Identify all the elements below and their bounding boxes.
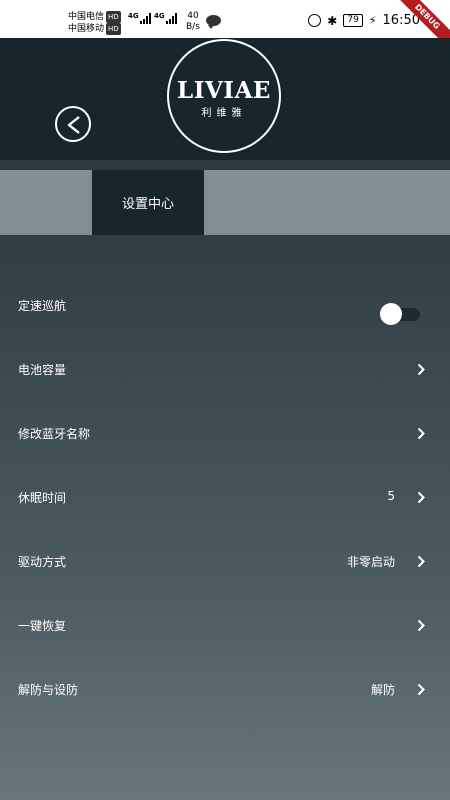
- brand-logo: LIVIAE 利维雅: [167, 39, 281, 153]
- setting-bluetooth-name[interactable]: 修改蓝牙名称: [0, 403, 450, 467]
- signal-icon: [140, 12, 151, 24]
- setting-label: 休眠时间: [18, 491, 67, 505]
- setting-cruise-control[interactable]: 定速巡航: [0, 275, 450, 339]
- logo-subtext: 利维雅: [201, 108, 247, 119]
- net-speed-value: 40: [187, 11, 199, 21]
- signal-icon-2: [166, 12, 177, 24]
- charging-icon: ⚡: [368, 14, 377, 27]
- setting-value: 5: [387, 489, 395, 503]
- setting-battery-capacity[interactable]: 电池容量: [0, 339, 450, 403]
- chevron-right-icon: [417, 619, 425, 632]
- network-type-1: 4G: [128, 12, 139, 20]
- setting-sleep-time[interactable]: 休眠时间 5: [0, 467, 450, 531]
- setting-label: 解防与设防: [18, 683, 79, 697]
- setting-arm-disarm[interactable]: 解防与设防 解防: [0, 659, 450, 723]
- tab-label: 设置中心: [121, 197, 174, 212]
- setting-value: 解防: [370, 683, 395, 697]
- setting-value: 非零启动: [346, 555, 395, 569]
- logo-text: LIVIAE: [177, 77, 271, 104]
- status-right: ✱ 79 ⚡ 16:50: [308, 13, 420, 28]
- network-type-2: 4G: [154, 12, 165, 20]
- setting-factory-reset[interactable]: 一键恢复: [0, 595, 450, 659]
- chevron-right-icon: [417, 363, 425, 376]
- setting-drive-mode[interactable]: 驱动方式 非零启动: [0, 531, 450, 595]
- setting-label: 驱动方式: [18, 555, 67, 569]
- net-speed: 40 B/s: [186, 11, 200, 33]
- back-button[interactable]: [55, 106, 91, 142]
- settings-list: 定速巡航 电池容量 修改蓝牙名称 休眠时间 5 驱动方式 非零启动 一键恢复 解…: [0, 235, 450, 800]
- setting-label: 定速巡航: [18, 299, 67, 313]
- setting-label: 一键恢复: [18, 619, 67, 633]
- net-speed-unit: B/s: [186, 22, 200, 32]
- header-divider: [0, 160, 450, 170]
- hd-badge-1: HD: [106, 11, 121, 23]
- carrier-1: 中国电信: [68, 12, 105, 22]
- message-icon: [206, 15, 221, 29]
- status-bar: 中国电信 HD 中国移动 HD 4G 4G 40 B/s ✱ 79 ⚡ 16:50 …: [0, 0, 450, 54]
- hd-badge-2: HD: [106, 23, 121, 35]
- carrier-2: 中国移动: [68, 24, 105, 34]
- tab-bar: 设置中心: [0, 170, 450, 235]
- chevron-right-icon: [417, 427, 425, 440]
- chevron-right-icon: [417, 683, 425, 696]
- battery-icon: 79: [343, 14, 363, 27]
- chevron-right-icon: [417, 555, 425, 568]
- setting-label: 修改蓝牙名称: [18, 427, 91, 441]
- chevron-left-icon: [67, 116, 80, 134]
- chevron-right-icon: [417, 491, 425, 504]
- bluetooth-icon: ✱: [327, 13, 338, 28]
- tab-settings-center[interactable]: 设置中心: [92, 170, 204, 235]
- setting-label: 电池容量: [18, 363, 67, 377]
- app-header: LIVIAE 利维雅: [0, 38, 450, 160]
- alarm-icon: [308, 14, 322, 27]
- cruise-toggle-knob[interactable]: [380, 303, 402, 325]
- carrier-info: 中国电信 HD 中国移动 HD: [68, 11, 121, 35]
